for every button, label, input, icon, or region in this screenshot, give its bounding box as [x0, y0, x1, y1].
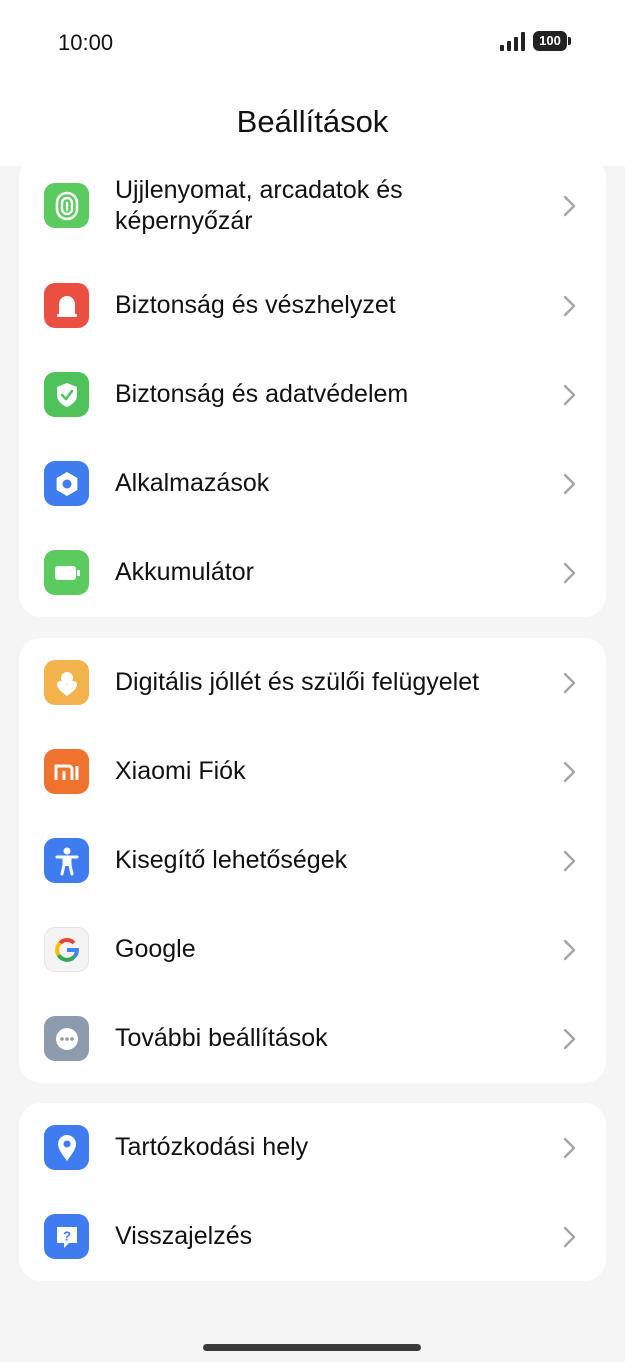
- chevron-right-icon: [563, 1137, 576, 1159]
- settings-item-label: Biztonság és vészhelyzet: [115, 291, 396, 319]
- settings-item-safety-emergency[interactable]: Biztonság és vészhelyzet: [19, 261, 606, 350]
- page-title: Beállítások: [236, 104, 389, 139]
- settings-group-1: Ujjlenyomat, arcadatok és képernyőzár Bi…: [19, 156, 606, 617]
- settings-item-label: Visszajelzés: [115, 1222, 253, 1250]
- settings-item-security-privacy[interactable]: Biztonság és adatvédelem: [19, 350, 606, 439]
- settings-group-3: Tartózkodási hely ? Visszajelzés: [19, 1103, 606, 1281]
- settings-item-label: Xiaomi Fiók: [115, 757, 246, 785]
- home-indicator[interactable]: [203, 1344, 421, 1351]
- settings-item-label: Digitális jóllét és szülői felügyelet: [115, 668, 480, 696]
- chevron-right-icon: [563, 761, 576, 783]
- chevron-right-icon: [563, 473, 576, 495]
- settings-item-label: Google: [115, 935, 196, 963]
- settings-item-fingerprint[interactable]: Ujjlenyomat, arcadatok és képernyőzár: [19, 161, 606, 250]
- settings-item-location[interactable]: Tartózkodási hely: [19, 1103, 606, 1192]
- settings-item-feedback[interactable]: ? Visszajelzés: [19, 1192, 606, 1281]
- chevron-right-icon: [563, 384, 576, 406]
- settings-item-digital-wellbeing[interactable]: Digitális jóllét és szülői felügyelet: [19, 638, 606, 727]
- settings-item-accessibility[interactable]: Kisegítő lehetőségek: [19, 816, 606, 905]
- chevron-right-icon: [563, 939, 576, 961]
- settings-group-2: Digitális jóllét és szülői felügyelet Xi…: [19, 638, 606, 1083]
- location-icon: [44, 1125, 89, 1170]
- google-icon: [44, 927, 89, 972]
- settings-item-label: Biztonság és adatvédelem: [115, 380, 409, 408]
- emergency-icon: [44, 283, 89, 328]
- settings-item-battery[interactable]: Akkumulátor: [19, 528, 606, 617]
- settings-item-label: Tartózkodási hely: [115, 1133, 309, 1161]
- settings-item-label: Alkalmazások: [115, 469, 270, 497]
- svg-text:?: ?: [63, 1228, 71, 1243]
- chevron-right-icon: [563, 562, 576, 584]
- chevron-right-icon: [563, 295, 576, 317]
- settings-item-label: Ujjlenyomat, arcadatok és képernyőzár: [115, 175, 403, 235]
- settings-item-more-settings[interactable]: További beállítások: [19, 994, 606, 1083]
- settings-item-google[interactable]: Google: [19, 905, 606, 994]
- settings-item-label: Akkumulátor: [115, 558, 254, 586]
- wellbeing-icon: [44, 660, 89, 705]
- header: Beállítások: [0, 90, 625, 166]
- battery-status-icon: 100: [533, 31, 571, 51]
- xiaomi-icon: [44, 749, 89, 794]
- accessibility-icon: [44, 838, 89, 883]
- feedback-icon: ?: [44, 1214, 89, 1259]
- chevron-right-icon: [563, 195, 576, 217]
- chevron-right-icon: [563, 1226, 576, 1248]
- chevron-right-icon: [563, 672, 576, 694]
- signal-icon: [500, 31, 525, 51]
- status-bar: 10:00 100: [0, 0, 625, 90]
- status-icons: 100: [500, 31, 571, 51]
- apps-gear-icon: [44, 461, 89, 506]
- settings-item-xiaomi-account[interactable]: Xiaomi Fiók: [19, 727, 606, 816]
- settings-item-apps[interactable]: Alkalmazások: [19, 439, 606, 528]
- fingerprint-icon: [44, 183, 89, 228]
- battery-icon: [44, 550, 89, 595]
- settings-item-label: További beállítások: [115, 1024, 328, 1052]
- more-icon: [44, 1016, 89, 1061]
- status-time: 10:00: [58, 30, 114, 55]
- chevron-right-icon: [563, 1028, 576, 1050]
- settings-item-label: Kisegítő lehetőségek: [115, 846, 348, 874]
- chevron-right-icon: [563, 850, 576, 872]
- shield-icon: [44, 372, 89, 417]
